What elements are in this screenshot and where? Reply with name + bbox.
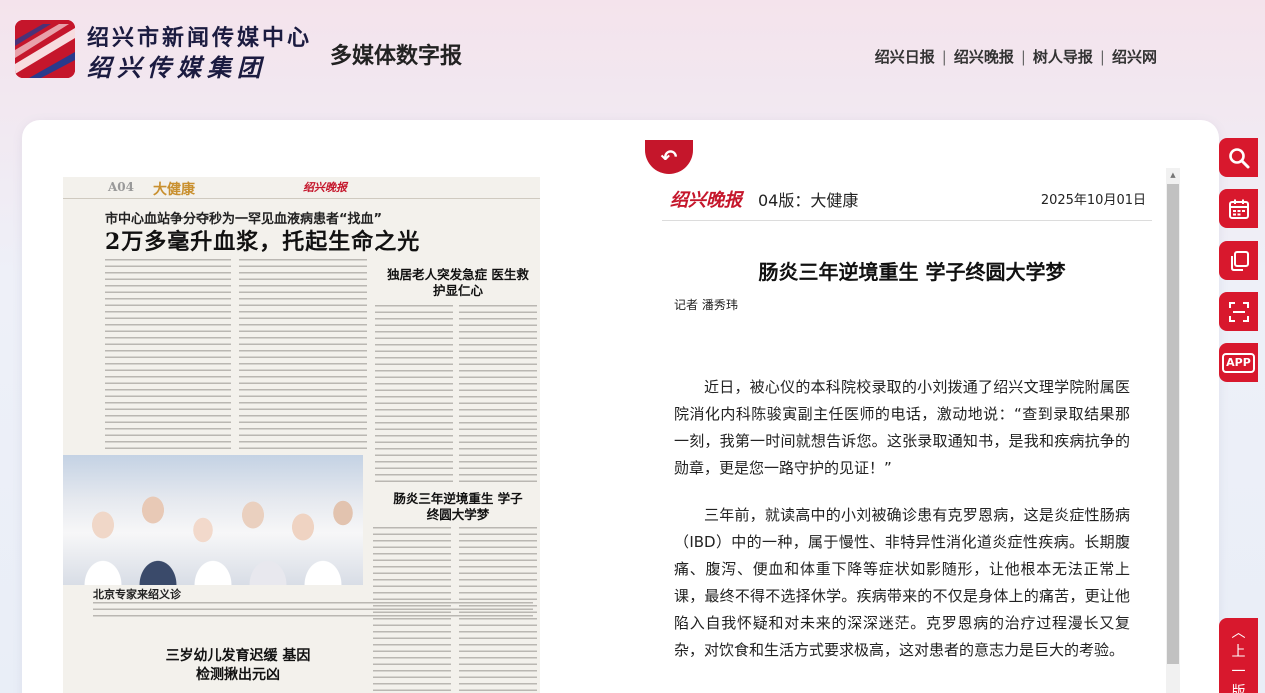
search-button[interactable] [1219,138,1258,177]
scroll-up-arrow-icon[interactable]: ▲ [1166,168,1180,182]
site-header: 绍兴市新闻传媒中心 绍兴传媒集团 多媒体数字报 绍兴日报 | 绍兴晚报 | 树人… [0,0,1265,115]
article-header: 绍兴晚报 04版：大健康 2025年10月01日 [662,168,1152,221]
lead-headline[interactable]: 2万多毫升血浆，托起生命之光 [105,224,420,256]
article-masthead: 绍兴晚报 [670,190,742,211]
photo-people [63,525,363,585]
photo-caption [93,602,533,620]
article-panel: 绍兴晚报 04版：大健康 2025年10月01日 肠炎三年逆境重生 学子终圆大学… [662,168,1167,693]
page-masthead: 绍兴晚报 [303,181,347,194]
article-title: 肠炎三年逆境重生 学子终圆大学梦 [758,260,1066,284]
app-icon: APP [1222,352,1255,373]
article-paragraph: 三年前，就读高中的小刘被确诊患有克罗恩病，这是炎症性肠病（IBD）中的一种，属于… [674,506,1130,659]
article-author: 记者 潘秀玮 [674,298,738,312]
article-date: 2025年10月01日 [1040,193,1146,208]
scroll-thumb[interactable] [1167,184,1179,664]
chevron-up-icon: ︿ [1231,625,1246,641]
page-section: 大健康 [153,182,195,198]
text-column [375,305,453,485]
previous-edition-label: 上一版 [1231,644,1246,693]
article-edition: 04版：大健康 [758,191,859,210]
nav-separator: | [941,47,947,66]
photo-caption-head: 北京专家来绍义诊 [93,588,181,601]
search-icon [1228,147,1249,168]
scan-icon [1228,301,1249,322]
text-column [459,305,537,485]
bottom-headline[interactable]: 三岁幼儿发育迟缓 基因检测揪出元凶 [163,647,313,685]
article-body: 近日，被心仪的本科院校录取的小刘拨通了绍兴文理学院附属医院消化内科陈骏寅副主任医… [674,374,1130,684]
text-column [239,259,367,449]
page-number: A04 [108,180,135,194]
scan-button[interactable] [1219,292,1258,331]
article-paragraph: 近日，被心仪的本科院校录取的小刘拨通了绍兴文理学院附属医院消化内科陈骏寅副主任医… [674,378,1130,477]
article-scrollbar[interactable]: ▲ [1166,168,1180,693]
calendar-icon [1228,199,1249,219]
side-headline-2[interactable]: 肠炎三年逆境重生 学子终圆大学梦 [393,491,523,523]
site-subtitle: 多媒体数字报 [330,43,463,69]
calendar-button[interactable] [1219,189,1258,228]
nav-separator: | [1099,47,1105,66]
logo-icon [15,20,75,78]
top-nav: 绍兴日报 | 绍兴晚报 | 树人导报 | 绍兴网 [875,46,1157,67]
side-headline-1[interactable]: 独居老人突发急症 医生救护显仁心 [383,267,533,299]
link-shaoxing-daily[interactable]: 绍兴日报 [875,46,935,67]
page-header-bar: A04 大健康 绍兴晚报 [63,177,540,199]
previous-edition-button[interactable]: ︿ 上一版 [1219,618,1258,693]
copy-icon [1230,250,1249,271]
link-shaoxing-net[interactable]: 绍兴网 [1112,46,1157,67]
group-name: 绍兴传媒集团 [87,53,267,82]
newspaper-page[interactable]: A04 大健康 绍兴晚报 市中心血站争分夺秒为一罕见血液病患者“找血” 2万多毫… [63,177,540,693]
link-shuren-guide[interactable]: 树人导报 [1033,46,1093,67]
news-photo[interactable] [63,455,363,585]
nav-separator: | [1020,47,1026,66]
link-shaoxing-evening[interactable]: 绍兴晚报 [954,46,1014,67]
app-button[interactable]: APP [1219,343,1258,382]
text-column [105,259,231,449]
copy-button[interactable] [1219,241,1258,280]
return-arrow-icon: ↶ [660,145,678,169]
